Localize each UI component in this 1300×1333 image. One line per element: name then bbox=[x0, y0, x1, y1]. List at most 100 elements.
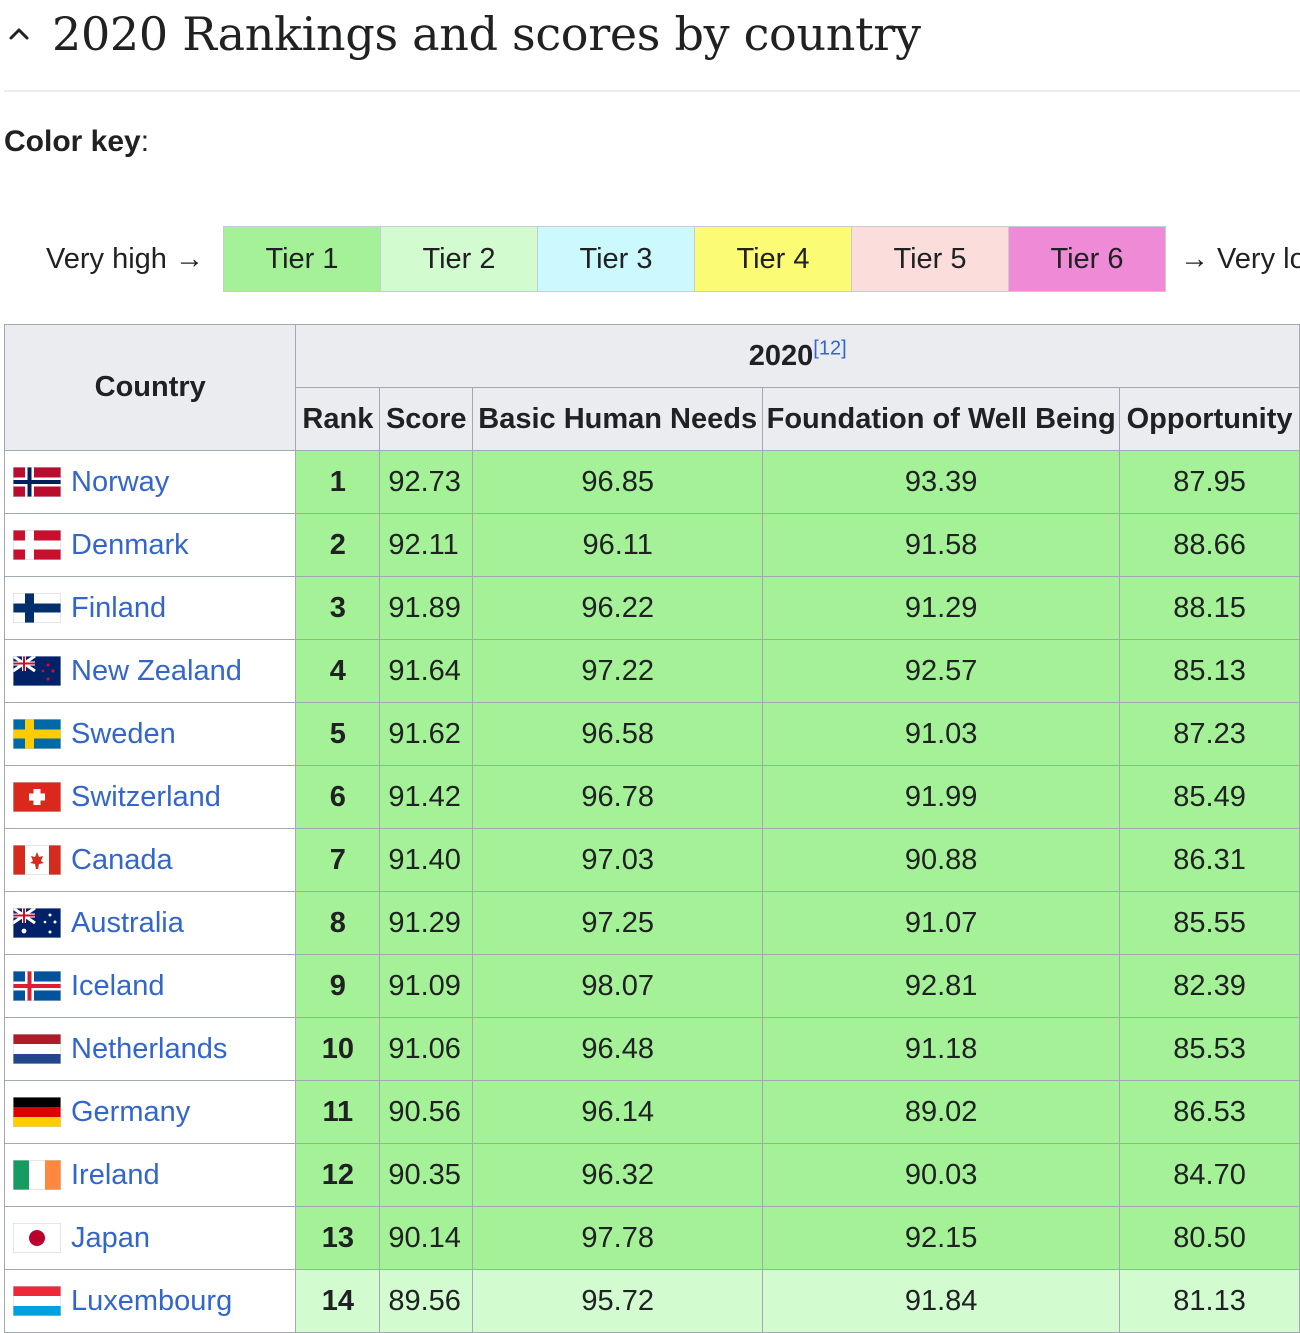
table-row: Switzerland 6 91.42 96.78 91.99 85.49 bbox=[3, 765, 1300, 829]
country-cell: Norway bbox=[3, 450, 297, 514]
country-cell: Netherlands bbox=[3, 1017, 297, 1081]
country-link[interactable]: Luxembourg bbox=[71, 1285, 232, 1317]
score-cell: 90.14 bbox=[379, 1206, 474, 1270]
opportunity-cell: 86.53 bbox=[1119, 1080, 1300, 1144]
country-cell: Ireland bbox=[3, 1143, 297, 1207]
canada-flag-icon bbox=[13, 845, 61, 876]
basic-human-needs-cell: 97.03 bbox=[472, 828, 764, 892]
foundation-of-well-being-cell: 89.02 bbox=[762, 1080, 1121, 1144]
citation-link[interactable]: [12] bbox=[813, 337, 846, 359]
country-link[interactable]: Finland bbox=[71, 592, 166, 624]
rank-cell: 7 bbox=[295, 828, 381, 892]
year-header: 2020[12] bbox=[295, 324, 1300, 388]
rank-cell: 1 bbox=[295, 450, 381, 514]
score-cell: 91.42 bbox=[379, 765, 474, 829]
opportunity-cell: 85.49 bbox=[1119, 765, 1300, 829]
opportunity-cell: 88.66 bbox=[1119, 513, 1300, 577]
basic-human-needs-header: Basic Human Needs bbox=[472, 387, 764, 451]
country-cell: Japan bbox=[3, 1206, 297, 1270]
legend-tier-4: Tier 4 bbox=[694, 226, 852, 292]
section-title: 2020 Rankings and scores by country bbox=[52, 7, 921, 61]
basic-human-needs-cell: 96.11 bbox=[472, 513, 764, 577]
country-cell: Canada bbox=[3, 828, 297, 892]
japan-flag-icon bbox=[13, 1223, 61, 1254]
foundation-of-well-being-cell: 92.57 bbox=[762, 639, 1121, 703]
table-row: Luxembourg 14 89.56 95.72 91.84 81.13 bbox=[3, 1269, 1300, 1333]
rankings-table: Country 2020[12] Rank Score Basic Human … bbox=[3, 324, 1300, 1333]
basic-human-needs-cell: 97.25 bbox=[472, 891, 764, 955]
legend-very-low: → Very lo bbox=[1180, 243, 1300, 275]
score-cell: 90.56 bbox=[379, 1080, 474, 1144]
table-row: Australia 8 91.29 97.25 91.07 85.55 bbox=[3, 891, 1300, 955]
country-link[interactable]: Sweden bbox=[71, 718, 176, 750]
country-link[interactable]: Australia bbox=[71, 907, 184, 939]
basic-human-needs-cell: 97.22 bbox=[472, 639, 764, 703]
basic-human-needs-cell: 96.32 bbox=[472, 1143, 764, 1207]
basic-human-needs-cell: 96.78 bbox=[472, 765, 764, 829]
country-link[interactable]: New Zealand bbox=[71, 655, 242, 687]
country-cell: Sweden bbox=[3, 702, 297, 766]
country-cell: Switzerland bbox=[3, 765, 297, 829]
ireland-flag-icon bbox=[13, 1160, 61, 1191]
country-link[interactable]: Iceland bbox=[71, 970, 165, 1002]
rank-cell: 11 bbox=[295, 1080, 381, 1144]
rank-cell: 10 bbox=[295, 1017, 381, 1081]
rank-cell: 5 bbox=[295, 702, 381, 766]
country-cell: Australia bbox=[3, 891, 297, 955]
chevron-up-icon[interactable] bbox=[4, 18, 34, 48]
rank-cell: 14 bbox=[295, 1269, 381, 1333]
netherlands-flag-icon bbox=[13, 1034, 61, 1065]
country-link[interactable]: Japan bbox=[71, 1222, 150, 1254]
table-row: Netherlands 10 91.06 96.48 91.18 85.53 bbox=[3, 1017, 1300, 1081]
country-cell: Denmark bbox=[3, 513, 297, 577]
opportunity-cell: 85.53 bbox=[1119, 1017, 1300, 1081]
foundation-of-well-being-cell: 91.07 bbox=[762, 891, 1121, 955]
score-cell: 90.35 bbox=[379, 1143, 474, 1207]
score-header: Score bbox=[379, 387, 474, 451]
rank-cell: 12 bbox=[295, 1143, 381, 1207]
country-link[interactable]: Norway bbox=[71, 466, 169, 498]
sweden-flag-icon bbox=[13, 719, 61, 750]
country-link[interactable]: Germany bbox=[71, 1096, 190, 1128]
rank-cell: 4 bbox=[295, 639, 381, 703]
foundation-of-well-being-cell: 90.03 bbox=[762, 1143, 1121, 1207]
score-cell: 92.73 bbox=[379, 450, 474, 514]
country-link[interactable]: Ireland bbox=[71, 1159, 160, 1191]
germany-flag-icon bbox=[13, 1097, 61, 1128]
foundation-of-well-being-cell: 91.58 bbox=[762, 513, 1121, 577]
norway-flag-icon bbox=[13, 467, 61, 498]
rank-cell: 3 bbox=[295, 576, 381, 640]
basic-human-needs-cell: 98.07 bbox=[472, 954, 764, 1018]
country-link[interactable]: Switzerland bbox=[71, 781, 221, 813]
opportunity-cell: 85.55 bbox=[1119, 891, 1300, 955]
score-cell: 92.11 bbox=[379, 513, 474, 577]
foundation-of-well-being-cell: 91.18 bbox=[762, 1017, 1121, 1081]
country-cell: Iceland bbox=[3, 954, 297, 1018]
country-link[interactable]: Canada bbox=[71, 844, 173, 876]
foundation-of-well-being-cell: 91.29 bbox=[762, 576, 1121, 640]
country-cell: New Zealand bbox=[3, 639, 297, 703]
table-row: Canada 7 91.40 97.03 90.88 86.31 bbox=[3, 828, 1300, 892]
basic-human-needs-cell: 96.22 bbox=[472, 576, 764, 640]
legend-tier-6: Tier 6 bbox=[1008, 226, 1166, 292]
basic-human-needs-cell: 97.78 bbox=[472, 1206, 764, 1270]
foundation-of-well-being-cell: 91.03 bbox=[762, 702, 1121, 766]
score-cell: 91.06 bbox=[379, 1017, 474, 1081]
table-row: Norway 1 92.73 96.85 93.39 87.95 bbox=[3, 450, 1300, 514]
basic-human-needs-cell: 96.85 bbox=[472, 450, 764, 514]
opportunity-cell: 87.95 bbox=[1119, 450, 1300, 514]
score-cell: 91.29 bbox=[379, 891, 474, 955]
foundation-of-well-being-cell: 92.81 bbox=[762, 954, 1121, 1018]
rank-cell: 6 bbox=[295, 765, 381, 829]
basic-human-needs-cell: 96.48 bbox=[472, 1017, 764, 1081]
opportunity-cell: 82.39 bbox=[1119, 954, 1300, 1018]
score-cell: 91.40 bbox=[379, 828, 474, 892]
switzerland-flag-icon bbox=[13, 782, 61, 813]
legend-tier-2: Tier 2 bbox=[380, 226, 538, 292]
country-link[interactable]: Denmark bbox=[71, 529, 189, 561]
country-link[interactable]: Netherlands bbox=[71, 1033, 227, 1065]
table-row: Sweden 5 91.62 96.58 91.03 87.23 bbox=[3, 702, 1300, 766]
iceland-flag-icon bbox=[13, 971, 61, 1002]
foundation-of-well-being-cell: 90.88 bbox=[762, 828, 1121, 892]
score-cell: 91.89 bbox=[379, 576, 474, 640]
